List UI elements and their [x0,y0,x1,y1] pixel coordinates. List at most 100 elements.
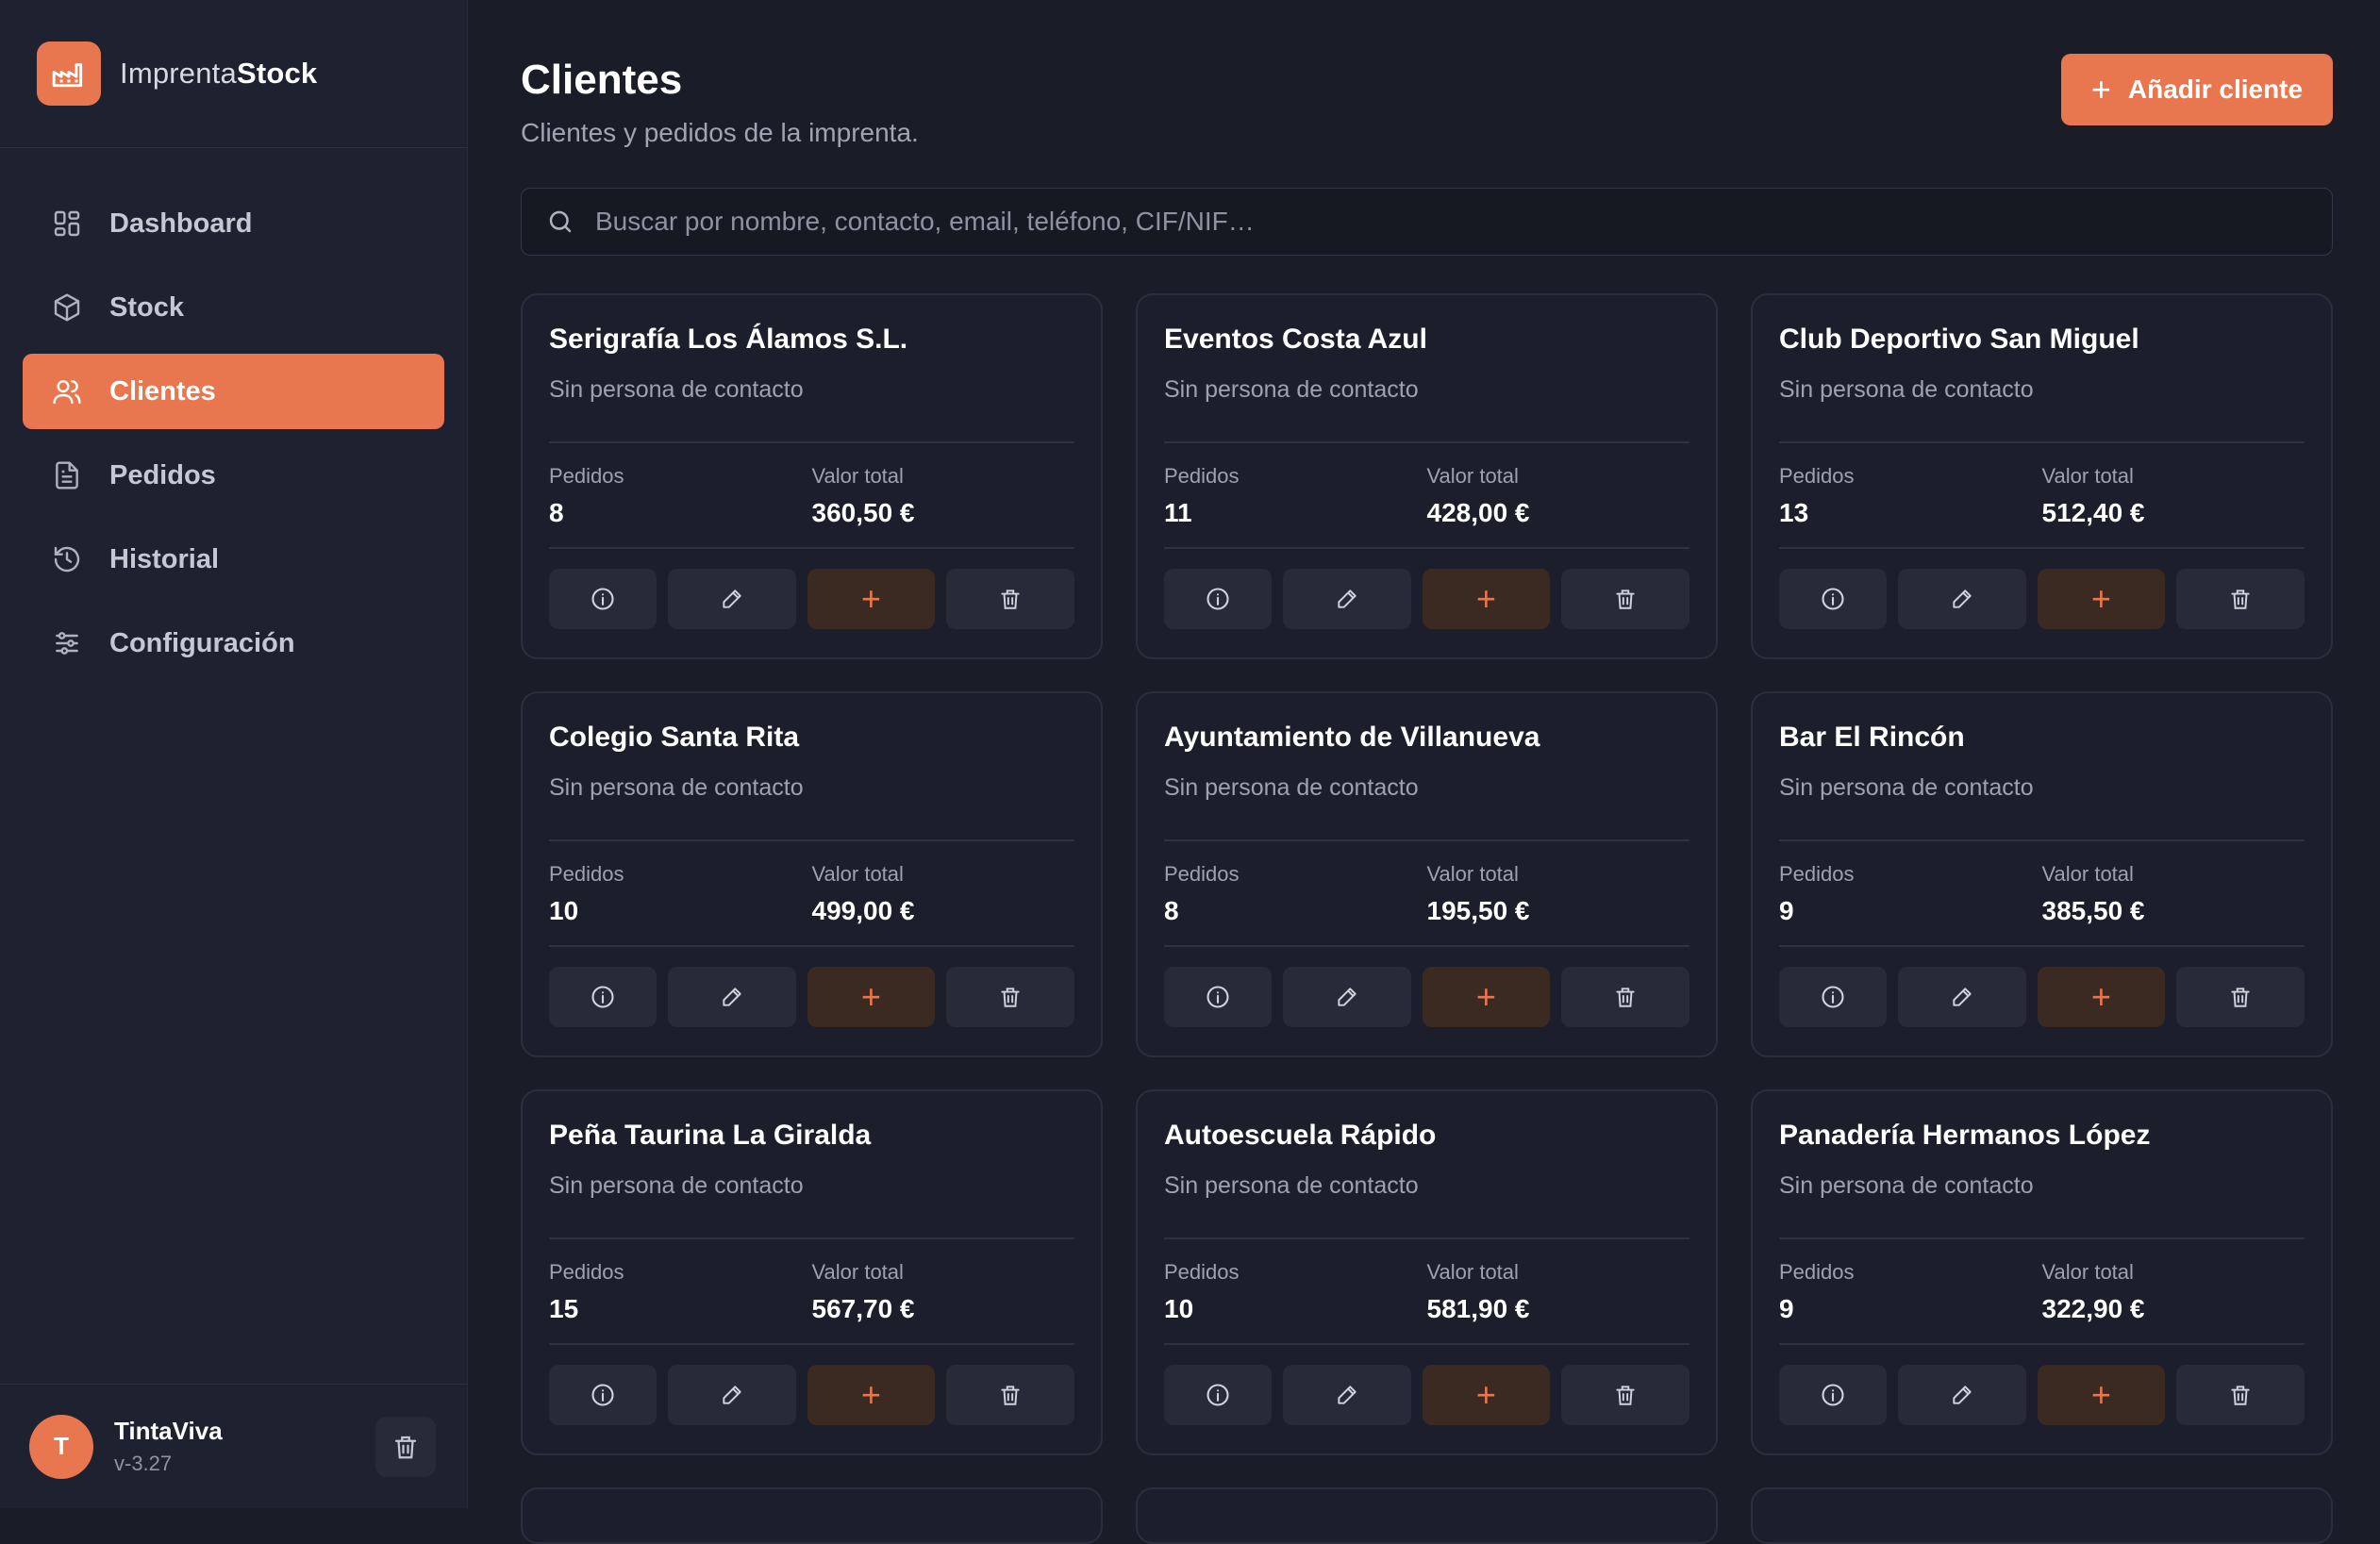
brand[interactable]: ImprentaStock [0,0,467,148]
delete-button[interactable] [1561,967,1689,1027]
add-order-button[interactable]: + [807,1365,936,1425]
divider [1164,839,1689,841]
plus-icon: + [2090,579,2111,618]
delete-button[interactable] [946,569,1074,629]
total-stat: Valor total 322,90 € [2042,1260,2305,1324]
add-order-button[interactable]: + [1422,967,1551,1027]
pencil-icon [722,1386,741,1404]
client-card[interactable]: Bar El Rincón Sin persona de contacto Pe… [1751,691,2333,1057]
add-order-button[interactable]: + [807,569,936,629]
client-name: Panadería Hermanos López [1779,1120,2151,1151]
orders-stat: Pedidos 9 [1779,1260,2042,1324]
delete-button[interactable] [2176,1365,2305,1425]
brand-name: ImprentaStock [120,57,317,91]
client-card[interactable]: Colegio Santa Rita Sin persona de contac… [521,691,1103,1057]
client-card[interactable]: Ayuntamiento de Villanueva Sin persona d… [1136,691,1718,1057]
info-button[interactable] [549,569,657,629]
delete-button[interactable] [1561,569,1689,629]
edit-button[interactable] [1282,1365,1411,1425]
document-icon [51,459,83,491]
add-client-label: Añadir cliente [2127,75,2304,104]
brand-name-light: Imprenta [120,57,237,90]
info-button[interactable] [1779,1365,1887,1425]
user-trash-button[interactable] [375,1417,436,1477]
info-button[interactable] [1779,569,1887,629]
add-order-button[interactable]: + [2037,569,2166,629]
info-icon [591,986,614,1008]
plus-icon: + [2090,977,2111,1016]
trash-icon [2231,1386,2250,1405]
client-name: Bar El Rincón [1779,722,1965,753]
client-contact: Sin persona de contacto [1779,1172,2034,1199]
client-card[interactable]: Panadería Hermanos López Sin persona de … [1751,1089,2333,1455]
search-icon [549,210,572,233]
client-stats: Pedidos 11 Valor total 428,00 € [1164,464,1689,528]
info-button[interactable] [549,967,657,1027]
sliders-icon [51,627,83,659]
add-order-button[interactable]: + [1422,569,1551,629]
add-order-button[interactable]: + [2037,1365,2166,1425]
pencil-icon [722,988,741,1006]
sidebar-item-stock[interactable]: Stock [23,270,444,345]
edit-button[interactable] [1282,569,1411,629]
search-input[interactable] [593,206,2310,238]
divider [1164,441,1689,443]
client-card-partial[interactable] [1751,1487,2333,1544]
info-icon [1207,1384,1229,1406]
info-button[interactable] [549,1365,657,1425]
orders-stat: Pedidos 8 [549,464,812,528]
pencil-icon [1337,589,1356,608]
delete-button[interactable] [946,967,1074,1027]
orders-label: Pedidos [1779,862,1855,886]
orders-stat: Pedidos 11 [1164,464,1427,528]
sidebar-item-pedidos[interactable]: Pedidos [23,438,444,513]
delete-button[interactable] [946,1365,1074,1425]
total-stat: Valor total 512,40 € [2042,464,2305,528]
total-value: 567,70 € [811,1294,915,1323]
edit-button[interactable] [1897,569,2026,629]
orders-label: Pedidos [549,1260,624,1284]
edit-button[interactable] [1282,967,1411,1027]
divider [549,1343,1074,1345]
client-card[interactable]: Club Deportivo San Miguel Sin persona de… [1751,293,2333,659]
delete-button[interactable] [2176,569,2305,629]
delete-button[interactable] [1561,1365,1689,1425]
client-card[interactable]: Peña Taurina La Giralda Sin persona de c… [521,1089,1103,1455]
divider [1164,945,1689,947]
avatar[interactable]: T [29,1414,93,1479]
client-card-partial[interactable] [521,1487,1103,1544]
client-stats: Pedidos 8 Valor total 195,50 € [1164,862,1689,926]
orders-value: 15 [549,1294,579,1323]
client-card[interactable]: Eventos Costa Azul Sin persona de contac… [1136,293,1718,659]
add-client-button[interactable]: + Añadir cliente [2061,54,2333,125]
client-card[interactable]: Serigrafía Los Álamos S.L. Sin persona d… [521,293,1103,659]
total-value: 195,50 € [1426,896,1530,925]
sidebar-nav: Dashboard Stock Clientes Pedidos Histori… [0,148,467,681]
sidebar-item-historial[interactable]: Historial [23,522,444,597]
client-name: Ayuntamiento de Villanueva [1164,722,1540,753]
info-button[interactable] [1164,967,1272,1027]
client-card[interactable]: Autoescuela Rápido Sin persona de contac… [1136,1089,1718,1455]
info-icon [1822,588,1844,610]
sidebar-item-label: Configuración [109,627,295,658]
card-actions: + [549,569,1074,629]
divider [1779,839,2305,841]
add-order-button[interactable]: + [807,967,936,1027]
edit-button[interactable] [667,967,796,1027]
edit-button[interactable] [667,1365,796,1425]
add-order-button[interactable]: + [2037,967,2166,1027]
delete-button[interactable] [2176,967,2305,1027]
info-button[interactable] [1164,569,1272,629]
orders-label: Pedidos [1779,1260,1855,1284]
edit-button[interactable] [667,569,796,629]
edit-button[interactable] [1897,967,2026,1027]
client-contact: Sin persona de contacto [1164,774,1419,801]
sidebar-item-configuracion[interactable]: Configuración [23,606,444,681]
add-order-button[interactable]: + [1422,1365,1551,1425]
edit-button[interactable] [1897,1365,2026,1425]
client-card-partial[interactable] [1136,1487,1718,1544]
sidebar-item-dashboard[interactable]: Dashboard [23,186,444,261]
sidebar-item-clientes[interactable]: Clientes [23,354,444,429]
info-button[interactable] [1164,1365,1272,1425]
info-button[interactable] [1779,967,1887,1027]
